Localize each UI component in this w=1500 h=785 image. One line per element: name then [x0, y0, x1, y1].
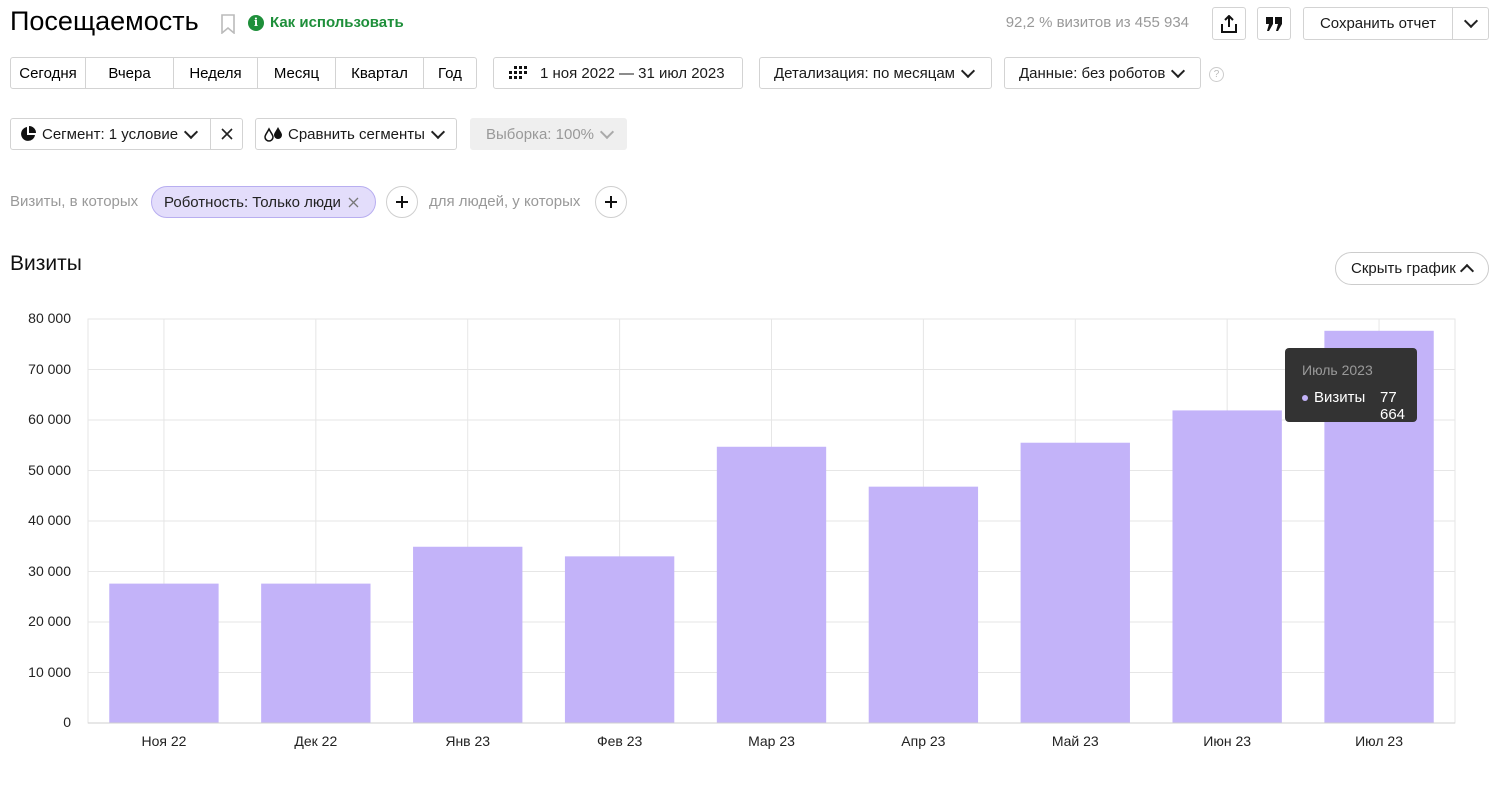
save-report-button[interactable]: Сохранить отчет: [1303, 7, 1453, 40]
bookmark-icon[interactable]: [221, 14, 235, 39]
filter-chip[interactable]: Роботность: Только люди: [151, 186, 376, 218]
segment-label: Сегмент: 1 условие: [42, 125, 179, 143]
chevron-down-icon: [1463, 13, 1478, 29]
share-icon: [1221, 14, 1237, 33]
visits-filter-prefix: Визиты, в которых: [10, 193, 139, 210]
tab-quarter[interactable]: Квартал: [335, 57, 424, 89]
bar: [868, 486, 979, 723]
hide-chart-button[interactable]: Скрыть график: [1335, 252, 1489, 285]
detail-dropdown[interactable]: Детализация: по месяцам: [759, 57, 992, 89]
x-tick-label: Апр 23: [901, 733, 946, 749]
page-title: Посещаемость: [10, 6, 199, 36]
people-filter-prefix: для людей, у которых: [429, 193, 581, 210]
tooltip-value: 77 664: [1380, 389, 1406, 423]
info-icon: i: [248, 14, 264, 31]
x-tick-label: Фев 23: [596, 733, 643, 749]
x-tick-label: Май 23: [1051, 733, 1099, 749]
segment-clear-button[interactable]: [210, 118, 243, 150]
period-tabs: Сегодня Вчера Неделя Месяц Квартал Год: [10, 57, 477, 89]
y-tick-label: 30 000: [28, 562, 71, 579]
help-link[interactable]: i Как использовать: [248, 14, 404, 31]
export-button[interactable]: [1212, 7, 1246, 40]
tooltip-period: Июль 2023: [1302, 362, 1373, 378]
tooltip-series-dot: [1302, 395, 1308, 401]
bar: [1172, 410, 1282, 723]
x-tick-label: Янв 23: [445, 733, 491, 749]
y-tick-label: 50 000: [28, 461, 71, 478]
bar: [261, 583, 371, 723]
x-tick-label: Июл 23: [1355, 733, 1403, 749]
add-people-condition-button[interactable]: [595, 186, 627, 218]
save-report-label: Сохранить отчет: [1319, 15, 1437, 32]
y-tick-label: 40 000: [28, 512, 71, 528]
segment-dropdown[interactable]: Сегмент: 1 условие: [10, 118, 211, 150]
chevron-down-icon: [430, 124, 445, 139]
detail-dropdown-label: Детализация: по месяцам: [774, 64, 955, 82]
chart-title: Визиты: [10, 252, 82, 275]
question-icon[interactable]: ?: [1209, 67, 1224, 82]
drops-icon: [264, 127, 282, 142]
chevron-down-icon: [599, 124, 615, 139]
bar: [413, 546, 523, 723]
plus-icon: [396, 196, 408, 208]
chart-tooltip: Июль 2023 Визиты 77 664: [1285, 348, 1417, 423]
bar: [1020, 442, 1130, 723]
filter-chip-label: Роботность: Только люди: [164, 193, 341, 211]
calendar-icon: [509, 66, 527, 79]
y-tick-label: 60 000: [28, 411, 71, 427]
help-link-label: Как использовать: [270, 14, 404, 31]
chevron-down-icon: [960, 63, 976, 78]
visits-share-text: 92,2 % визитов из 455 934: [1005, 14, 1189, 31]
hide-chart-label: Скрыть график: [1351, 260, 1456, 277]
close-icon[interactable]: [348, 197, 359, 208]
tooltip-series-name: Визиты: [1314, 389, 1366, 406]
y-tick-label: 20 000: [28, 613, 71, 629]
sample-dropdown[interactable]: Выборка: 100%: [470, 118, 627, 150]
x-tick-label: Дек 22: [294, 733, 338, 749]
plus-icon: [605, 196, 617, 208]
tab-yesterday[interactable]: Вчера: [85, 57, 174, 89]
y-tick-label: 10 000: [28, 663, 71, 680]
close-icon: [220, 128, 233, 140]
chevron-down-icon: [184, 124, 199, 139]
y-tick-label: 80 000: [28, 310, 71, 326]
date-range-picker[interactable]: 1 ноя 2022 — 31 июл 2023: [493, 57, 743, 89]
date-range-label: 1 ноя 2022 — 31 июл 2023: [540, 64, 725, 82]
x-tick-label: Ноя 22: [141, 733, 187, 749]
chevron-down-icon: [1171, 63, 1186, 78]
add-visit-condition-button[interactable]: [386, 186, 418, 218]
tab-week[interactable]: Неделя: [173, 57, 258, 89]
bar: [564, 556, 675, 723]
save-report-menu-button[interactable]: [1452, 7, 1489, 40]
data-dropdown-label: Данные: без роботов: [1019, 64, 1166, 82]
y-tick-label: 70 000: [28, 360, 71, 377]
pie-chart-icon: [21, 126, 36, 141]
quote-icon: [1266, 16, 1282, 31]
tab-month[interactable]: Месяц: [257, 57, 336, 89]
data-dropdown[interactable]: Данные: без роботов: [1004, 57, 1201, 89]
x-tick-label: Мар 23: [748, 733, 795, 749]
y-tick-label: 0: [63, 714, 71, 730]
chevron-up-icon: [1459, 263, 1474, 278]
feedback-button[interactable]: [1257, 7, 1291, 40]
compare-segments-dropdown[interactable]: Сравнить сегменты: [255, 118, 457, 150]
plot-area: [87, 318, 1456, 724]
tab-today[interactable]: Сегодня: [10, 57, 86, 89]
bar: [716, 446, 827, 723]
bar: [109, 583, 219, 723]
compare-segments-label: Сравнить сегменты: [288, 125, 425, 143]
sample-label: Выборка: 100%: [486, 125, 594, 143]
x-tick-label: Июн 23: [1203, 733, 1252, 749]
tab-year[interactable]: Год: [423, 57, 477, 89]
